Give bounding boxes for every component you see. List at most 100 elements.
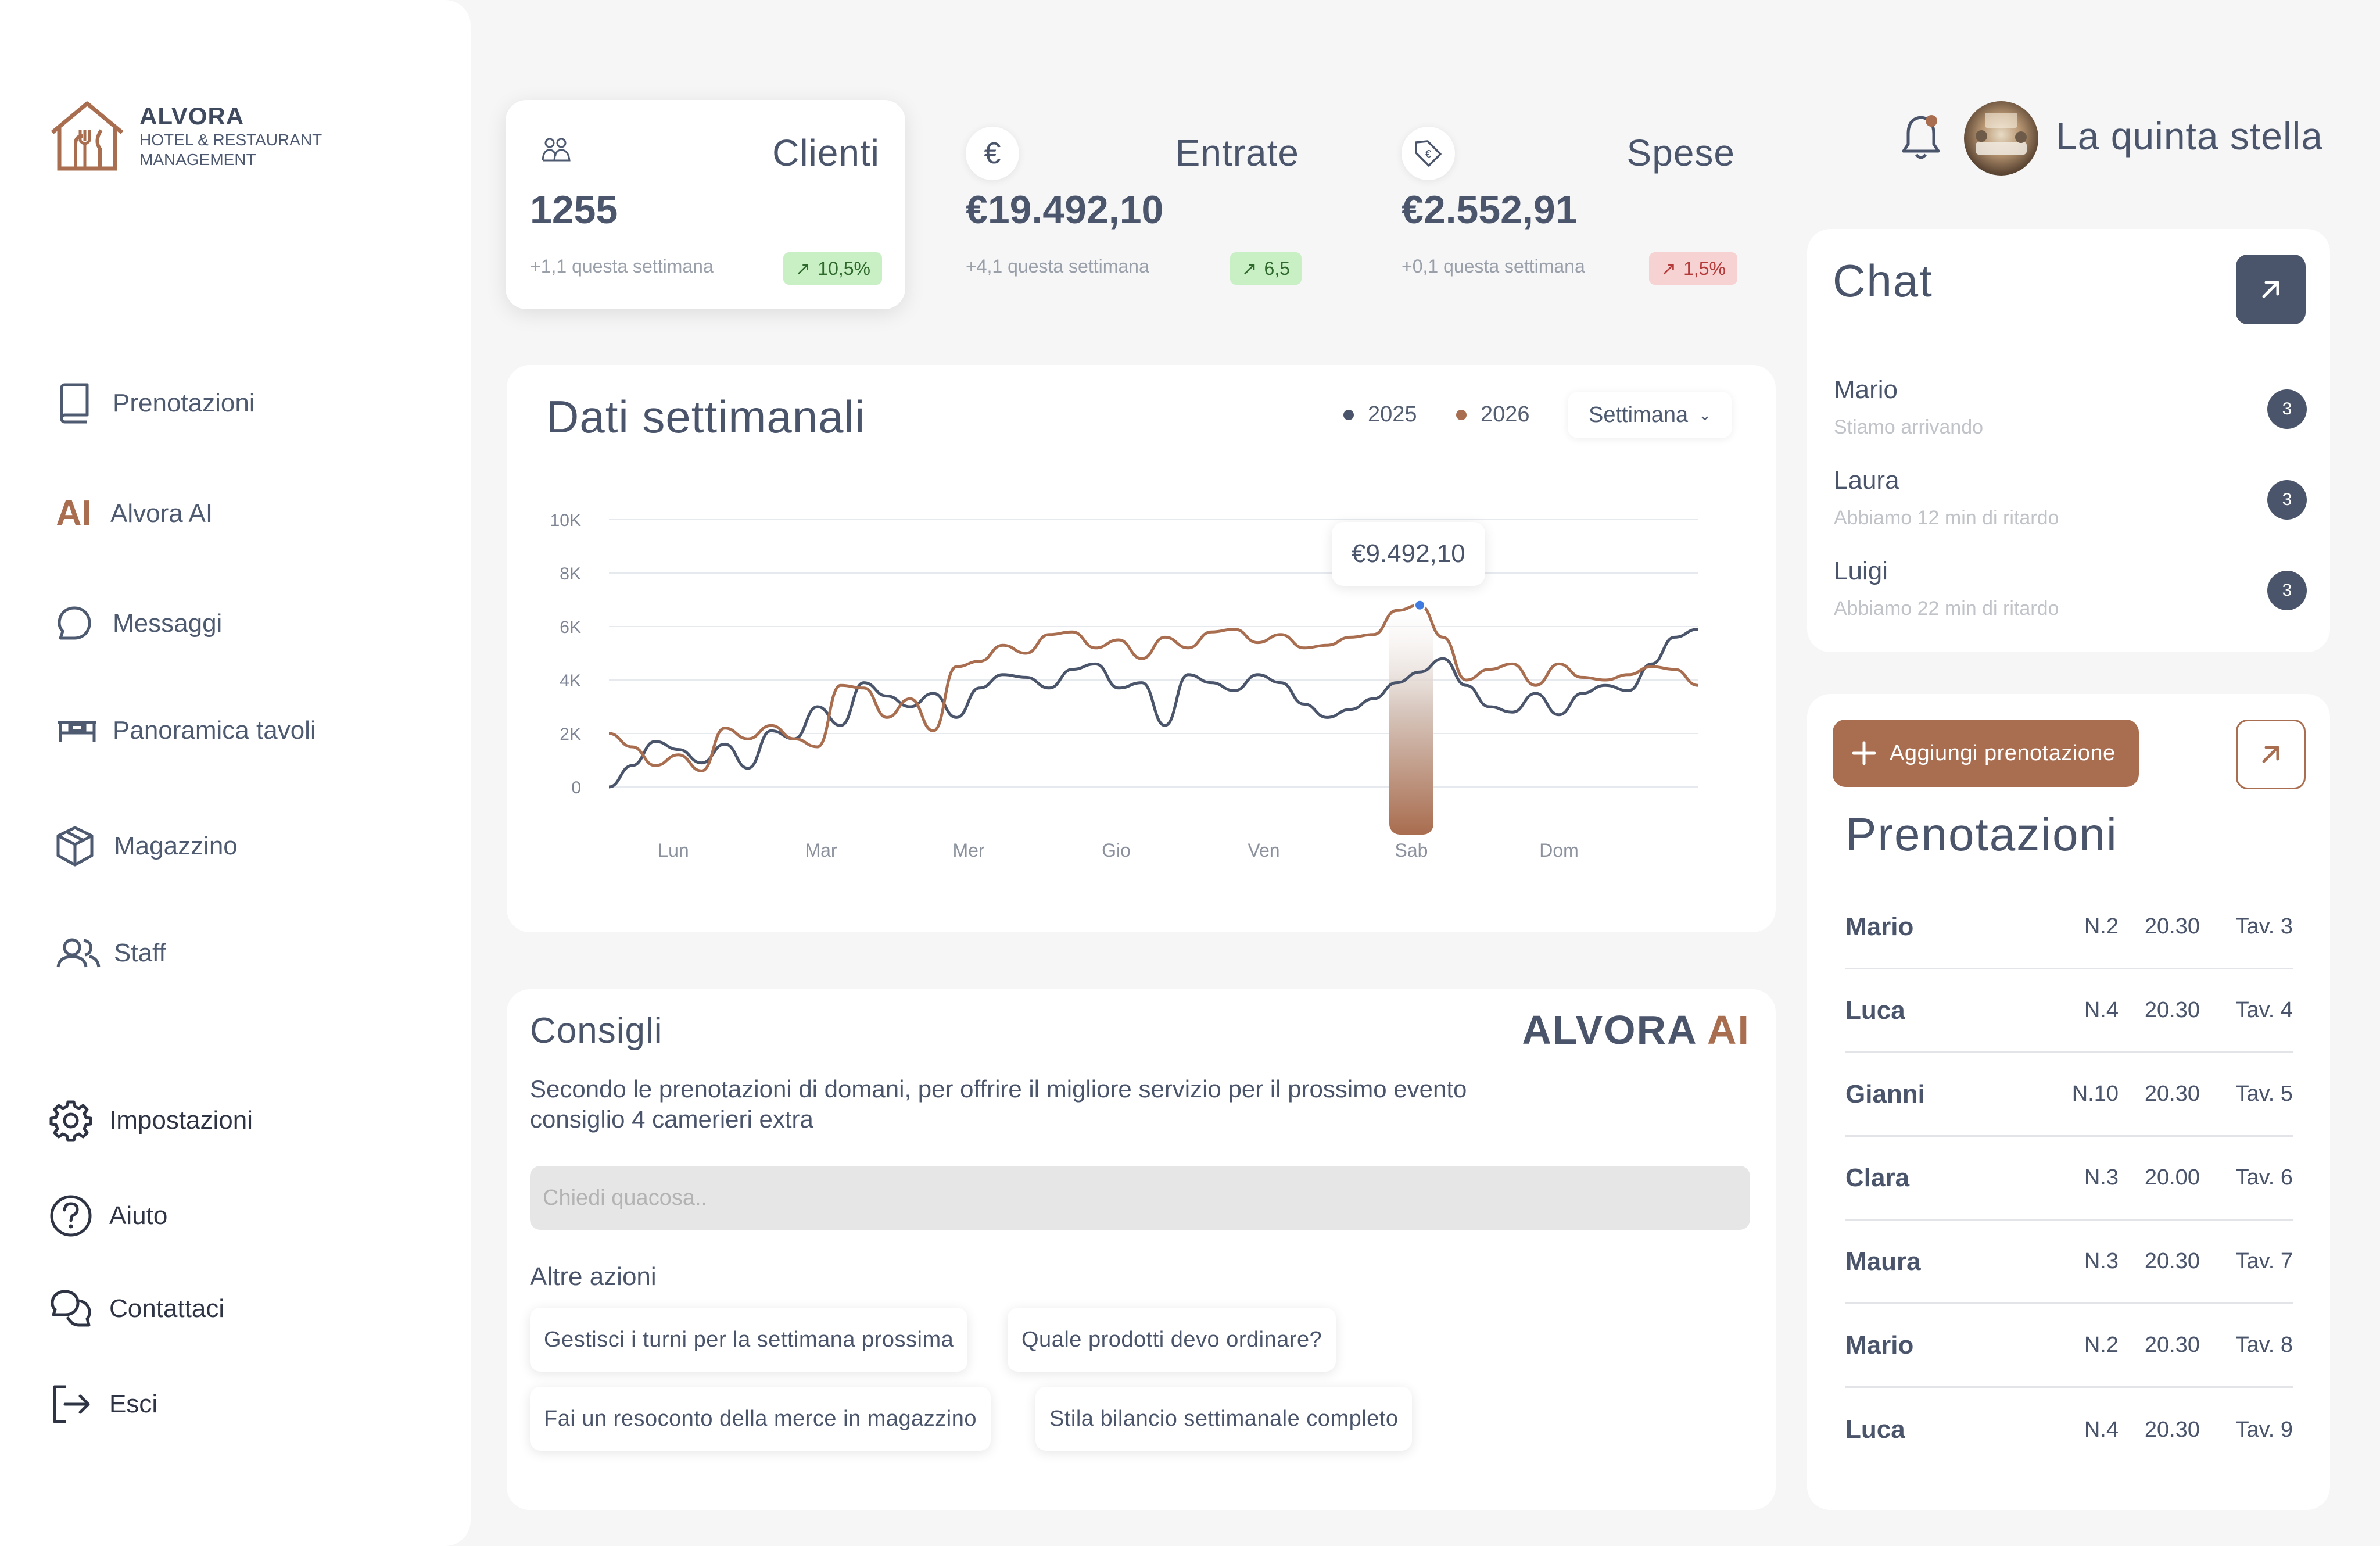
add-booking-label: Aggiungi prenotazione xyxy=(1890,740,2116,765)
booking-table: Tav. 3 xyxy=(2235,914,2293,939)
table-icon xyxy=(58,721,96,742)
trend-badge: ↗ 6,5 xyxy=(1230,252,1302,285)
y-tick-label: 10K xyxy=(550,511,581,530)
booking-time: 20.00 xyxy=(2144,1165,2200,1190)
stat-week: +4,1 questa settimana xyxy=(966,256,1149,277)
avatar[interactable] xyxy=(1964,101,2038,176)
chat-item[interactable]: Luigi Abbiamo 22 min di ritardo 3 xyxy=(1834,557,2307,638)
nav-item-impostazioni[interactable]: Impostazioni xyxy=(49,1098,253,1143)
x-tick-label: Sab xyxy=(1395,840,1428,861)
nav-item-alvora-ai[interactable]: AI Alvora AI xyxy=(56,493,213,534)
booking-people: N.3 xyxy=(2084,1249,2119,1273)
book-icon xyxy=(60,383,89,424)
nav-item-staff[interactable]: Staff xyxy=(56,937,166,969)
nav-label: Esci xyxy=(109,1390,158,1418)
brand-subtitle-2: MANAGEMENT xyxy=(139,151,256,169)
stat-week: +1,1 questa settimana xyxy=(530,256,714,277)
booking-time: 20.30 xyxy=(2144,998,2200,1022)
booking-row[interactable]: Gianni N.10 20.30 Tav. 5 xyxy=(1845,1053,2293,1137)
chat-item[interactable]: Laura Abbiamo 12 min di ritardo 3 xyxy=(1834,466,2307,547)
booking-row[interactable]: Mario N.2 20.30 Tav. 8 xyxy=(1845,1304,2293,1388)
booking-row[interactable]: Luca N.4 20.30 Tav. 9 xyxy=(1845,1388,2293,1472)
nav-item-esci[interactable]: Esci xyxy=(49,1383,157,1425)
highlight-bar xyxy=(1389,604,1433,835)
ai-word: AI xyxy=(1707,1007,1750,1053)
action-chip-prodotti[interactable]: Quale prodotti devo ordinare? xyxy=(1008,1308,1336,1372)
x-tick-label: Dom xyxy=(1539,840,1579,861)
stat-card-entrate[interactable]: € Entrate €19.492,10 +4,1 questa settima… xyxy=(941,100,1325,309)
trend-badge: ↗ 1,5% xyxy=(1649,252,1737,285)
consigli-panel: Consigli ALVORA AI Secondo le prenotazio… xyxy=(507,989,1776,1510)
booking-people: N.2 xyxy=(2084,914,2119,939)
unread-count-badge: 3 xyxy=(2267,389,2307,429)
booking-table: Tav. 4 xyxy=(2235,998,2293,1022)
prenotazioni-panel: Aggiungi prenotazione Prenotazioni Mario… xyxy=(1807,694,2330,1510)
y-tick-label: 6K xyxy=(560,618,581,637)
consigli-text: Secondo le prenotazioni di domani, per o… xyxy=(530,1075,1467,1133)
badge-value: 1,5% xyxy=(1683,257,1726,279)
price-tag-icon: € xyxy=(1402,127,1455,180)
users-icon xyxy=(56,938,101,968)
nav-item-aiuto[interactable]: Aiuto xyxy=(49,1194,167,1238)
x-tick-label: Lun xyxy=(658,840,689,861)
notification-button[interactable] xyxy=(1899,113,1943,162)
unread-count-badge: 3 xyxy=(2267,480,2307,520)
action-chip-turni[interactable]: Gestisci i turni per la settimana prossi… xyxy=(530,1308,968,1372)
stat-card-spese[interactable]: € Spese €2.552,91 +0,1 questa settimana … xyxy=(1377,100,1761,309)
stat-value: €19.492,10 xyxy=(966,188,1164,232)
booking-table: Tav. 6 xyxy=(2235,1165,2293,1190)
plus-icon xyxy=(1852,741,1876,765)
action-chip-resoconto[interactable]: Fai un resoconto della merce in magazzin… xyxy=(530,1387,991,1451)
chat-item[interactable]: Mario Stiamo arrivando 3 xyxy=(1834,375,2307,457)
booking-people: N.3 xyxy=(2084,1165,2119,1190)
booking-people: N.10 xyxy=(2071,1082,2119,1106)
trend-badge: ↗ 10,5% xyxy=(783,252,882,285)
booking-name: Luca xyxy=(1845,996,1905,1025)
booking-name: Clara xyxy=(1845,1163,1910,1192)
user-name[interactable]: La quinta stella xyxy=(2056,114,2323,158)
nav-item-magazzino[interactable]: Magazzino xyxy=(56,825,238,867)
nav-item-panoramica-tavoli[interactable]: Panoramica tavoli xyxy=(56,716,316,745)
prenotazioni-title: Prenotazioni xyxy=(1845,808,2118,860)
chats-icon xyxy=(51,1290,91,1327)
ask-input[interactable] xyxy=(530,1166,1750,1230)
x-tick-label: Ven xyxy=(1248,840,1279,861)
gear-icon xyxy=(49,1100,92,1142)
arrow-up-right-icon: ↗ xyxy=(1241,258,1257,279)
booking-name: Luca xyxy=(1845,1415,1905,1444)
line-chart[interactable]: 10K 8K 6K 4K 2K 0 Lun Mar Mer Gio Ven Sab Dom xyxy=(507,365,1776,932)
booking-time: 20.30 xyxy=(2144,1333,2200,1357)
nav-label: Impostazioni xyxy=(109,1106,253,1135)
booking-people: N.2 xyxy=(2084,1333,2119,1357)
brand-name: ALVORA xyxy=(139,102,245,130)
restaurant-photo-icon xyxy=(1976,113,2027,155)
add-booking-button[interactable]: Aggiungi prenotazione xyxy=(1833,720,2139,787)
series-line-2025 xyxy=(608,628,1698,789)
logout-icon xyxy=(53,1385,90,1423)
nav-item-contattaci[interactable]: Contattaci xyxy=(49,1288,224,1330)
booking-table: Tav. 9 xyxy=(2235,1417,2293,1442)
booking-row[interactable]: Mario N.2 20.30 Tav. 3 xyxy=(1845,886,2293,969)
brand-subtitle-1: HOTEL & RESTAURANT xyxy=(139,131,322,149)
nav-item-prenotazioni[interactable]: Prenotazioni xyxy=(56,382,255,424)
bookings-open-button[interactable] xyxy=(2236,720,2306,789)
altre-azioni-title: Altre azioni xyxy=(530,1262,657,1291)
booking-row[interactable]: Luca N.4 20.30 Tav. 4 xyxy=(1845,969,2293,1053)
action-chip-bilancio[interactable]: Stila bilancio settimanale completo xyxy=(1035,1387,1413,1451)
users-icon xyxy=(542,136,573,164)
nav-label: Magazzino xyxy=(114,832,238,860)
x-tick-label: Gio xyxy=(1102,840,1131,861)
unread-count-badge: 3 xyxy=(2267,571,2307,610)
chat-message: Abbiamo 12 min di ritardo xyxy=(1834,507,2059,529)
highlight-point[interactable] xyxy=(1414,599,1426,611)
brand-logo[interactable]: ALVORA HOTEL & RESTAURANT MANAGEMENT xyxy=(49,100,322,172)
booking-row[interactable]: Maura N.3 20.30 Tav. 7 xyxy=(1845,1221,2293,1304)
nav-label: Prenotazioni xyxy=(113,389,255,417)
nav-item-messaggi[interactable]: Messaggi xyxy=(56,604,222,643)
chat-bubble-icon xyxy=(58,606,91,640)
stat-title: Spese xyxy=(1626,132,1735,174)
booking-row[interactable]: Clara N.3 20.00 Tav. 6 xyxy=(1845,1137,2293,1221)
stat-card-clienti[interactable]: Clienti 1255 +1,1 questa settimana ↗ 10,… xyxy=(506,100,905,309)
chat-title: Chat xyxy=(1833,255,1933,306)
chat-open-button[interactable] xyxy=(2236,255,2306,324)
